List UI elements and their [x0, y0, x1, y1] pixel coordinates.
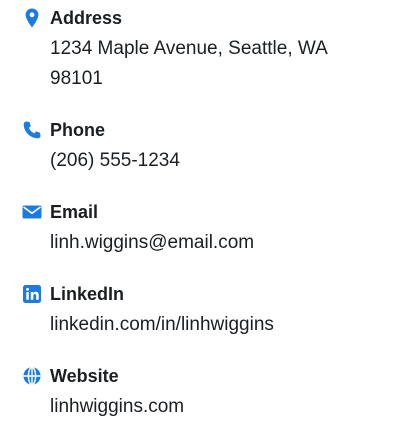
- linkedin-label: LinkedIn: [50, 284, 125, 304]
- phone-label: Phone: [50, 120, 106, 140]
- address-value: 1234 Maple Avenue, Seattle, WA 98101: [50, 38, 327, 89]
- website-label: Website: [50, 366, 119, 386]
- email-value[interactable]: linh.wiggins@email.com: [50, 228, 370, 258]
- email-label: Email: [50, 202, 99, 222]
- linkedin-icon: [22, 284, 42, 304]
- address-label: Address: [50, 8, 123, 28]
- globe-icon: [22, 366, 42, 386]
- envelope-icon: [22, 202, 42, 222]
- map-pin-icon: [22, 8, 42, 28]
- linkedin-value[interactable]: linkedin.com/in/linhwiggins: [50, 310, 370, 340]
- phone-icon: [22, 120, 42, 140]
- phone-value[interactable]: (206) 555-1234: [50, 146, 370, 176]
- contact-list: Address 1234 Maple Avenue, Seattle, WA 9…: [0, 0, 396, 421]
- website-value[interactable]: linhwiggins.com: [50, 392, 370, 422]
